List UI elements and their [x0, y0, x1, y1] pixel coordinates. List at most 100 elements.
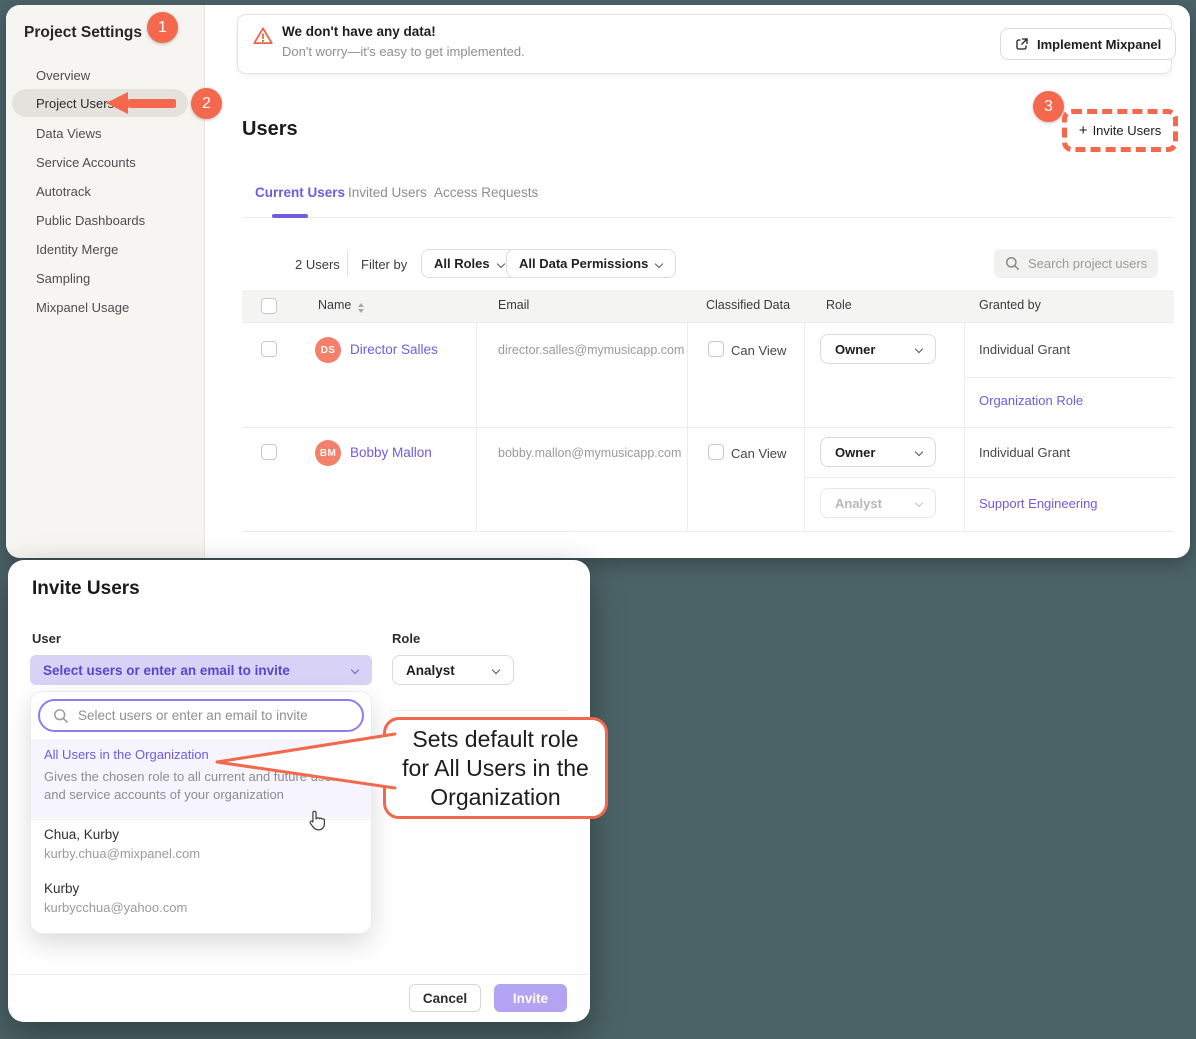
chevron-down-icon: [497, 260, 505, 268]
user-name-link[interactable]: Director Salles: [350, 342, 438, 357]
can-view-label: Can View: [731, 446, 786, 461]
sort-icon: [358, 303, 364, 313]
all-data-permissions-label: All Data Permissions: [519, 256, 648, 271]
option-all-users-link[interactable]: All Users in the Organization: [44, 747, 209, 762]
sidebar-item-autotrack[interactable]: Autotrack: [36, 184, 91, 199]
row-divider: [242, 427, 1174, 428]
chevron-down-icon: [915, 448, 923, 456]
invite-users-label: Invite Users: [1093, 123, 1162, 138]
callout-bubble: Sets default role for All Users in the O…: [383, 717, 608, 819]
sidebar-item-identity-merge[interactable]: Identity Merge: [36, 242, 118, 257]
support-engineering-link[interactable]: Support Engineering: [979, 496, 1098, 511]
tab-access-requests[interactable]: Access Requests: [434, 185, 538, 200]
invite-users-button[interactable]: + Invite Users: [1062, 109, 1178, 152]
sidebar-item-project-users[interactable]: Project Users: [36, 96, 114, 111]
role-select[interactable]: Owner: [820, 437, 936, 467]
avatar: BM: [315, 440, 341, 466]
chevron-down-icon: [492, 666, 500, 674]
column-name[interactable]: Name: [318, 298, 364, 313]
search-icon: [53, 708, 69, 724]
sidebar-item-mixpanel-usage[interactable]: Mixpanel Usage: [36, 300, 129, 315]
user-email: bobby.mallon@mymusicapp.com: [498, 446, 681, 460]
modal-divider: [390, 710, 568, 711]
avatar: DS: [315, 337, 341, 363]
can-view-checkbox[interactable]: [708, 444, 724, 460]
role-select[interactable]: Owner: [820, 334, 936, 364]
invite-button[interactable]: Invite: [494, 984, 567, 1012]
filter-by-label: Filter by: [361, 257, 407, 272]
select-all-checkbox[interactable]: [261, 298, 277, 314]
row-checkbox[interactable]: [261, 341, 277, 357]
tab-invited-users[interactable]: Invited Users: [348, 185, 427, 200]
sidebar-item-overview[interactable]: Overview: [36, 68, 90, 83]
role-value: Owner: [835, 342, 875, 357]
role-value: Analyst: [835, 496, 882, 511]
column-email: Email: [498, 298, 529, 312]
chevron-down-icon: [915, 345, 923, 353]
column-role: Role: [826, 298, 852, 312]
dropdown-search-input[interactable]: [78, 708, 348, 723]
annotation-badge-1: 1: [147, 12, 178, 43]
option-user-email: kurby.chua@mixpanel.com: [44, 846, 200, 861]
row-checkbox[interactable]: [261, 444, 277, 460]
sidebar-item-service-accounts[interactable]: Service Accounts: [36, 155, 136, 170]
all-roles-filter[interactable]: All Roles: [421, 249, 518, 278]
callout-text: Sets default role: [412, 725, 578, 754]
user-name-link[interactable]: Bobby Mallon: [350, 445, 432, 460]
role-select-disabled: Analyst: [820, 488, 936, 518]
option-user-email: kurbycchua@yahoo.com: [44, 900, 187, 915]
column-granted-by: Granted by: [979, 298, 1041, 312]
organization-role-link[interactable]: Organization Role: [979, 393, 1083, 408]
subrow-divider: [964, 377, 1174, 378]
subrow-divider: [804, 477, 1174, 478]
modal-footer-divider: [9, 974, 589, 975]
column-classified-data: Classified Data: [706, 298, 790, 312]
toolbar-divider: [347, 250, 348, 277]
role-value: Owner: [835, 445, 875, 460]
role-select[interactable]: Analyst: [392, 655, 514, 685]
page-title: Users: [242, 118, 298, 141]
granted-by-value: Individual Grant: [979, 445, 1070, 460]
warning-icon: [252, 25, 274, 47]
option-user-name[interactable]: Chua, Kurby: [44, 827, 119, 842]
plus-icon: +: [1079, 122, 1088, 139]
option-user-name[interactable]: Kurby: [44, 881, 79, 896]
user-select[interactable]: Select users or enter an email to invite: [30, 655, 372, 685]
search-project-users-input[interactable]: [1028, 256, 1148, 271]
callout-text: Organization: [430, 783, 560, 812]
all-roles-label: All Roles: [434, 256, 490, 271]
chevron-down-icon: [351, 666, 359, 674]
callout-text: for All Users in the: [402, 754, 589, 783]
user-field-label: User: [32, 631, 61, 646]
tabs-divider: [242, 217, 1174, 218]
chevron-down-icon: [915, 499, 923, 507]
active-tab-indicator: [272, 214, 308, 218]
user-count: 2 Users: [295, 257, 340, 272]
banner-description: Don't worry—it's easy to get implemented…: [282, 44, 525, 59]
implement-mixpanel-button[interactable]: Implement Mixpanel: [1000, 28, 1176, 60]
sidebar-item-public-dashboards[interactable]: Public Dashboards: [36, 213, 145, 228]
row-divider: [242, 531, 1174, 532]
tab-current-users[interactable]: Current Users: [255, 185, 345, 200]
annotation-badge-2: 2: [191, 88, 222, 119]
can-view-checkbox[interactable]: [708, 341, 724, 357]
search-project-users[interactable]: [994, 249, 1158, 278]
callout-tail: [205, 726, 400, 796]
search-icon: [1005, 256, 1020, 271]
annotation-arrow-icon: [106, 92, 128, 114]
modal-title: Invite Users: [32, 578, 140, 600]
can-view-label: Can View: [731, 343, 786, 358]
sidebar-item-data-views[interactable]: Data Views: [36, 126, 102, 141]
granted-by-value: Individual Grant: [979, 342, 1070, 357]
implement-mixpanel-label: Implement Mixpanel: [1037, 37, 1161, 52]
cancel-button[interactable]: Cancel: [409, 984, 481, 1012]
role-field-label: Role: [392, 631, 420, 646]
all-data-permissions-filter[interactable]: All Data Permissions: [506, 249, 676, 278]
chevron-down-icon: [655, 260, 663, 268]
row-divider: [242, 322, 1174, 323]
sidebar-item-sampling[interactable]: Sampling: [36, 271, 90, 286]
role-select-value: Analyst: [406, 663, 455, 678]
banner-title: We don't have any data!: [282, 24, 436, 39]
annotation-arrow-tail: [128, 99, 176, 108]
user-select-value: Select users or enter an email to invite: [43, 663, 290, 678]
